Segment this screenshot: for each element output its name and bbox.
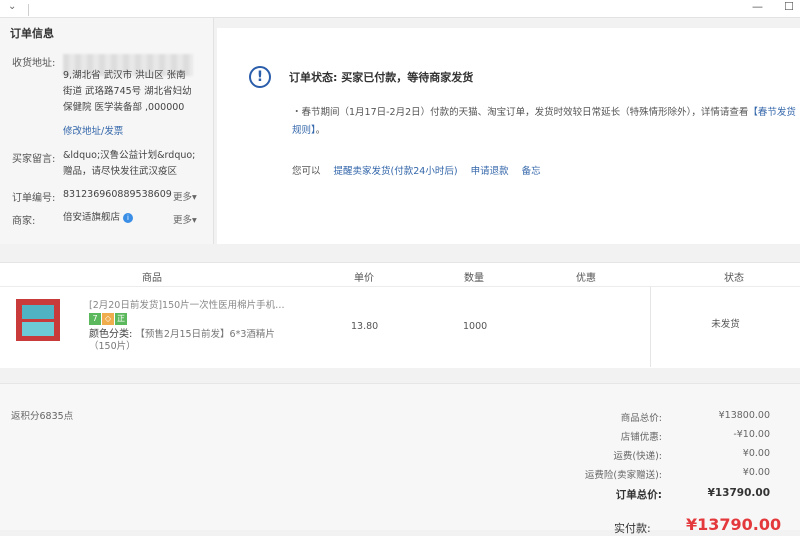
paid-amount: ¥13790.00 [686,515,782,534]
goods-table-header: 商品 单价 数量 优惠 状态 [0,263,800,287]
table-row: [2月20日前发货]150片一次性医用棉片手机… 7 ◇ 正 颜色分类: 【预售2月… [0,287,800,367]
summary-row-insurance: 运费险(卖家赠送): ¥0.00 [584,467,770,481]
summary-row-discount: 店铺优惠: -¥10.00 [620,429,770,443]
order-status-panel: ! 订单状态: 买家已付款，等待商家发货 ・春节期间（1月17日-2月2日）付款… [217,28,800,244]
header-status: 状态 [724,273,744,284]
address-text: 9,湖北省 武汉市 洪山区 张南 街道 武珞路745号 湖北省妇幼 保健院 医学… [63,70,192,113]
chevron-down-icon[interactable]: ⌄ [8,1,16,12]
buyer-message: &ldquo;汉鲁公益计划&rdquo; 赠品，请尽快发往武汉疫区 [63,150,196,177]
maximize-button[interactable]: ☐ [784,0,794,13]
header-quantity: 数量 [464,273,484,284]
product-thumbnail[interactable] [16,299,60,341]
item-status: 未发货 [650,287,800,367]
order-no-label: 订单编号: [12,193,56,204]
product-tags: 7 ◇ 正 [89,313,128,325]
message-label: 买家留言: [12,154,56,165]
more-dropdown[interactable]: 更多▾ [173,189,197,203]
merchant-name[interactable]: 倍安适旗舰店 i [63,210,134,226]
chat-icon[interactable]: i [123,212,134,223]
product-spec: 颜色分类: 【预售2月15日前发】6*3酒精片（150片） [89,329,275,352]
unit-price: 13.80 [351,321,379,332]
header-price: 单价 [354,273,374,284]
address-label: 收货地址: [12,58,56,69]
order-total: 订单总价: ¥13790.00 [615,487,770,501]
product-title-link[interactable]: [2月20日前发货]150片一次性医用棉片手机… [89,297,285,311]
window-titlebar: ⌄ — ☐ [0,0,800,18]
remind-ship-button[interactable]: 提醒卖家发货(付款24小时后) [334,166,458,177]
order-status-title: 订单状态: 买家已付款，等待商家发货 [289,71,474,84]
refund-button[interactable]: 申请退款 [471,166,509,177]
merchant-label: 商家: [12,216,36,227]
points-reward: 返积分6835点 [11,411,74,422]
minimize-button[interactable]: — [752,0,763,13]
more-dropdown[interactable]: 更多▾ [173,212,197,226]
order-number: 831236960889538609 [63,189,172,200]
quantity: 1000 [463,321,488,332]
holiday-notice: ・春节期间（1月17日-2月2日）付款的天猫、淘宝订单，发货时效较日常延长（特殊… [292,107,796,136]
summary-row-shipping: 运费(快递): ¥0.00 [613,448,770,462]
goods-table: 商品 单价 数量 优惠 状态 [2月20日前发货]150片一次性医用棉片手机… … [0,262,800,368]
paid-label: 实付款: [614,522,651,535]
genuine-icon: 正 [115,313,127,325]
tab-divider [28,4,29,16]
order-actions: 您可以 提醒卖家发货(付款24小时后) 申请退款 备忘 [292,166,541,177]
guarantee-icon: ◇ [102,313,114,325]
payment-summary: 返积分6835点 商品总价: ¥13800.00 店铺优惠: -¥10.00 运费(… [0,383,800,535]
memo-button[interactable]: 备忘 [522,166,541,177]
edit-address-link[interactable]: 修改地址/发票 [63,124,123,140]
exclamation-icon: ! [249,66,271,88]
summary-row-subtotal: 商品总价: ¥13800.00 [620,410,770,424]
header-discount: 优惠 [576,273,596,284]
order-info-panel: 订单信息 收货地址: 9,湖北省 武汉市 洪山区 张南 街道 武珞路745号 湖… [0,18,214,244]
order-info-heading: 订单信息 [10,27,54,40]
header-goods: 商品 [142,273,162,284]
seven-day-return-icon: 7 [89,313,101,325]
